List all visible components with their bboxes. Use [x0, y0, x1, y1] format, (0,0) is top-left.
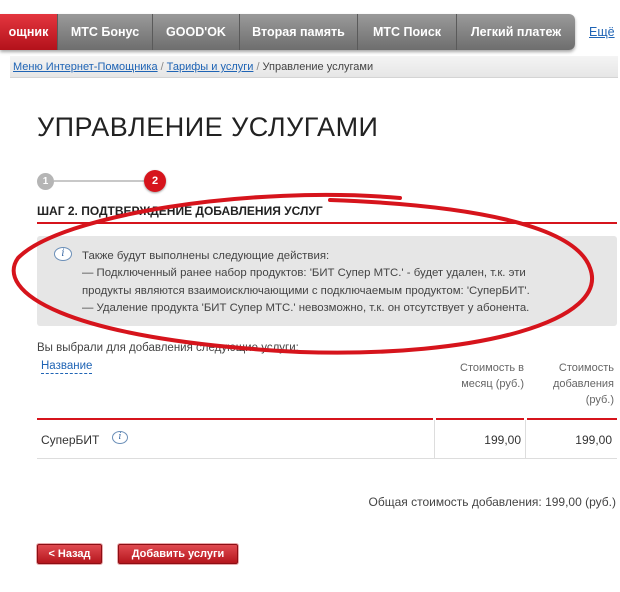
header-line: месяц (руб.)	[461, 378, 524, 390]
selection-intro-text: Вы выбрали для добавления следующие услу…	[37, 342, 299, 354]
table-header-rule	[527, 418, 617, 420]
table-header-rule	[37, 418, 433, 420]
more-link[interactable]: Ещё	[589, 25, 615, 39]
add-services-button[interactable]: Добавить услуги	[118, 544, 238, 564]
tab-easy-payment[interactable]: Легкий платеж	[457, 14, 575, 50]
header-line: (руб.)	[585, 394, 614, 406]
tab-mts-search[interactable]: МТС Поиск	[358, 14, 457, 50]
step-heading: ШАГ 2. ПОДТВЕРЖДЕНИЕ ДОБАВЛЕНИЯ УСЛУГ	[37, 204, 323, 218]
service-name: СуперБИТ	[41, 433, 100, 447]
table-row-rule	[37, 458, 617, 459]
info-line: — Подключенный ранее набор продуктов: 'Б…	[82, 267, 526, 280]
column-header-name[interactable]: Название	[41, 360, 93, 374]
top-nav: ощник МТС Бонус GOOD'OK Вторая память МТ…	[0, 14, 575, 50]
service-info-icon[interactable]: i	[112, 431, 128, 444]
breadcrumb-current: Управление услугами	[262, 61, 374, 73]
total-cost: Общая стоимость добавления: 199,00 (руб.…	[368, 495, 616, 509]
tab-second-memory[interactable]: Вторая память	[240, 14, 358, 50]
tab-goodok[interactable]: GOOD'OK	[153, 14, 240, 50]
column-header-add-cost: Стоимость добавления (руб.)	[540, 360, 614, 408]
column-header-month-cost: Стоимость в месяц (руб.)	[440, 360, 524, 392]
service-month-cost: 199,00	[484, 433, 521, 447]
breadcrumb-link-assistant-menu[interactable]: Меню Интернет-Помощника	[13, 61, 158, 73]
header-line: добавления	[552, 378, 614, 390]
breadcrumb-separator: /	[160, 61, 164, 73]
column-divider	[525, 420, 526, 458]
step-progress-line	[54, 180, 144, 182]
tab-assistant[interactable]: ощник	[0, 14, 58, 50]
info-line: продукты являются взаимоисключающими с п…	[82, 284, 530, 297]
info-text: Также будут выполнены следующие действия…	[82, 248, 530, 317]
info-line: — Удаление продукта 'БИТ Супер МТС.' нев…	[82, 301, 530, 314]
step-1-indicator: 1	[37, 173, 54, 190]
service-add-cost: 199,00	[575, 433, 612, 447]
header-line: Стоимость	[558, 362, 614, 374]
breadcrumb-link-tariffs[interactable]: Тарифы и услуги	[167, 61, 254, 73]
header-line: Стоимость в	[460, 362, 524, 374]
page-title: УПРАВЛЕНИЕ УСЛУГАМИ	[37, 112, 379, 142]
info-icon: i	[54, 247, 72, 261]
column-divider	[434, 420, 435, 458]
breadcrumb: Меню Интернет-Помощника / Тарифы и услуги /…	[13, 61, 373, 73]
tab-mts-bonus[interactable]: МТС Бонус	[58, 14, 153, 50]
step-2-indicator: 2	[144, 170, 166, 192]
breadcrumb-separator: /	[256, 61, 260, 73]
table-header-rule	[436, 418, 524, 420]
heading-divider	[37, 222, 617, 224]
info-line: Также будут выполнены следующие действия…	[82, 250, 330, 262]
back-button[interactable]: < Назад	[37, 544, 102, 564]
